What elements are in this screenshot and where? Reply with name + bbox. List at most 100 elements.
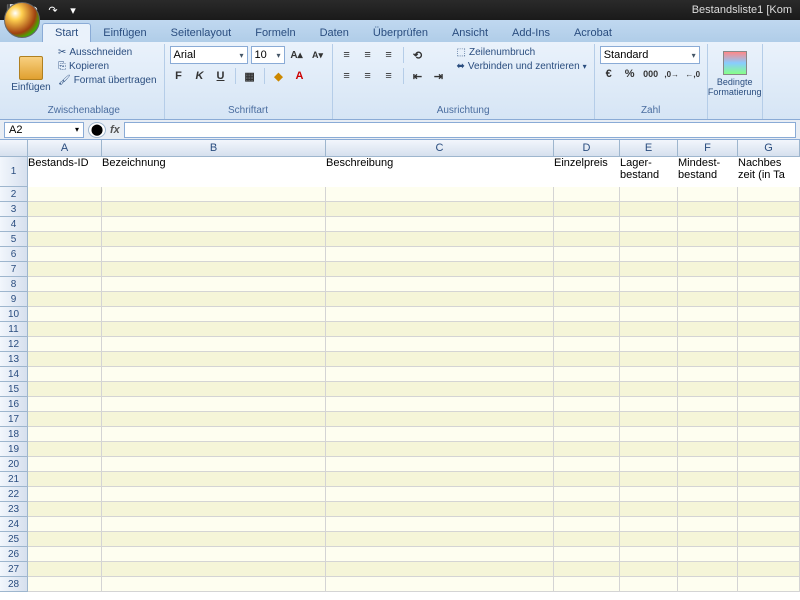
cell[interactable]: [102, 277, 326, 292]
col-header-A[interactable]: A: [28, 140, 102, 157]
cell[interactable]: [326, 367, 554, 382]
cell[interactable]: [678, 442, 738, 457]
tab-ansicht[interactable]: Ansicht: [440, 24, 500, 42]
select-all-corner[interactable]: [0, 140, 28, 157]
cell[interactable]: [738, 247, 800, 262]
cell[interactable]: [326, 277, 554, 292]
cell[interactable]: [554, 202, 620, 217]
cell[interactable]: [326, 202, 554, 217]
cell[interactable]: [102, 517, 326, 532]
cell[interactable]: [326, 487, 554, 502]
cell[interactable]: [326, 352, 554, 367]
row-header[interactable]: 5: [0, 232, 28, 247]
cell[interactable]: [738, 322, 800, 337]
cell[interactable]: [326, 547, 554, 562]
cell[interactable]: [738, 532, 800, 547]
cell[interactable]: [102, 412, 326, 427]
cell[interactable]: [620, 307, 678, 322]
format-painter-button[interactable]: Format übertragen: [56, 74, 159, 87]
cell[interactable]: [678, 217, 738, 232]
cell[interactable]: [28, 412, 102, 427]
cell[interactable]: [738, 412, 800, 427]
cell[interactable]: [28, 472, 102, 487]
cell[interactable]: [620, 517, 678, 532]
cell[interactable]: [738, 457, 800, 472]
cell[interactable]: [554, 292, 620, 307]
cell[interactable]: [678, 382, 738, 397]
cell[interactable]: [678, 262, 738, 277]
conditional-formatting-button[interactable]: Bedingte Formatierung: [713, 46, 757, 102]
row-header[interactable]: 22: [0, 487, 28, 502]
orientation-icon[interactable]: ⟲: [409, 46, 427, 64]
align-center-icon[interactable]: ≡: [359, 67, 377, 85]
col-header-C[interactable]: C: [326, 140, 554, 157]
cell[interactable]: [326, 307, 554, 322]
cell[interactable]: [678, 487, 738, 502]
cell[interactable]: [326, 382, 554, 397]
cell[interactable]: [28, 502, 102, 517]
cell[interactable]: [620, 502, 678, 517]
cell[interactable]: [28, 547, 102, 562]
cell[interactable]: [28, 337, 102, 352]
cell[interactable]: [326, 337, 554, 352]
dropdown-icon[interactable]: ⬤: [88, 122, 106, 138]
cell[interactable]: [554, 457, 620, 472]
cell[interactable]: [738, 277, 800, 292]
cell[interactable]: [620, 487, 678, 502]
row-header[interactable]: 13: [0, 352, 28, 367]
col-header-F[interactable]: F: [678, 140, 738, 157]
row-header[interactable]: 21: [0, 472, 28, 487]
cell[interactable]: [678, 202, 738, 217]
cell[interactable]: [326, 247, 554, 262]
cell[interactable]: [102, 472, 326, 487]
cell[interactable]: [102, 187, 326, 202]
cell[interactable]: [738, 472, 800, 487]
cell[interactable]: [738, 562, 800, 577]
tab-addins[interactable]: Add-Ins: [500, 24, 562, 42]
cell[interactable]: [102, 292, 326, 307]
align-bottom-icon[interactable]: ≡: [380, 46, 398, 64]
tab-formeln[interactable]: Formeln: [243, 24, 307, 42]
cell[interactable]: [738, 217, 800, 232]
currency-icon[interactable]: €: [600, 65, 618, 83]
cell[interactable]: [554, 277, 620, 292]
cell[interactable]: [326, 577, 554, 592]
cell[interactable]: [620, 322, 678, 337]
table-header-cell[interactable]: Einzelpreis: [554, 157, 620, 187]
cell[interactable]: [620, 472, 678, 487]
cell[interactable]: [28, 442, 102, 457]
cell[interactable]: [554, 427, 620, 442]
cell[interactable]: [28, 382, 102, 397]
thousands-icon[interactable]: 000: [642, 65, 660, 83]
row-header[interactable]: 12: [0, 337, 28, 352]
copy-button[interactable]: Kopieren: [56, 60, 159, 73]
cell[interactable]: [738, 547, 800, 562]
cell[interactable]: [738, 307, 800, 322]
cell[interactable]: [554, 547, 620, 562]
cell[interactable]: [102, 562, 326, 577]
cell[interactable]: [326, 517, 554, 532]
cell[interactable]: [678, 502, 738, 517]
cell[interactable]: [554, 322, 620, 337]
cell[interactable]: [678, 367, 738, 382]
cell[interactable]: [738, 367, 800, 382]
cell[interactable]: [738, 502, 800, 517]
row-header[interactable]: 10: [0, 307, 28, 322]
row-header[interactable]: 19: [0, 442, 28, 457]
tab-start[interactable]: Start: [42, 23, 91, 42]
cell[interactable]: [326, 187, 554, 202]
decrease-indent-icon[interactable]: ⇤: [409, 67, 427, 85]
cell[interactable]: [326, 397, 554, 412]
cell[interactable]: [326, 322, 554, 337]
decrease-decimal-icon[interactable]: ←,0: [684, 65, 702, 83]
increase-font-icon[interactable]: A▴: [288, 46, 306, 64]
cell[interactable]: [678, 187, 738, 202]
row-header[interactable]: 25: [0, 532, 28, 547]
cell[interactable]: [554, 442, 620, 457]
cell[interactable]: [326, 232, 554, 247]
cell[interactable]: [554, 232, 620, 247]
cell[interactable]: [620, 292, 678, 307]
cell[interactable]: [102, 352, 326, 367]
cell[interactable]: [620, 382, 678, 397]
qat-dropdown-icon[interactable]: ▾: [64, 2, 82, 18]
